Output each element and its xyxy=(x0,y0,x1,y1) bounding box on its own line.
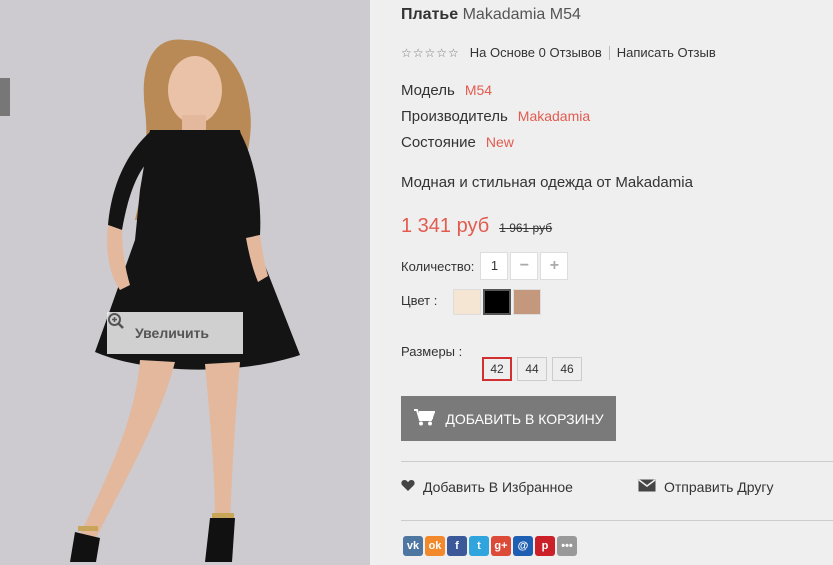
rating-stars-icon[interactable]: ☆☆☆☆☆ xyxy=(401,46,460,60)
zoom-label: Увеличить xyxy=(134,325,210,341)
gallery-prev-tab[interactable] xyxy=(0,78,10,116)
divider-top xyxy=(401,461,833,462)
color-label: Цвет : xyxy=(401,293,438,308)
color-swatch-beige[interactable] xyxy=(453,289,481,315)
product-title-type: Платье xyxy=(401,6,459,23)
rating-row: ☆☆☆☆☆ На Основе 0 Отзывов Написать Отзыв xyxy=(401,45,716,60)
spec-value[interactable]: Makadamia xyxy=(518,108,590,124)
add-to-cart-label: ДОБАВИТЬ В КОРЗИНУ xyxy=(445,410,604,427)
envelope-icon xyxy=(638,479,656,495)
heart-icon xyxy=(401,479,415,495)
sizes-label: Размеры : xyxy=(401,344,463,359)
product-photo[interactable]: Увеличить xyxy=(0,0,370,565)
vk-share-icon[interactable]: vk xyxy=(403,536,423,556)
send-friend-label: Отправить Другу xyxy=(664,479,774,495)
product-description: Модная и стильная одежда от Makadamia xyxy=(401,174,693,191)
pinterest-share-icon[interactable]: p xyxy=(535,536,555,556)
twitter-share-icon[interactable]: t xyxy=(469,536,489,556)
add-to-wishlist-link[interactable]: Добавить В Избранное xyxy=(401,479,573,495)
wishlist-label: Добавить В Избранное xyxy=(423,479,573,495)
product-info-panel: Платье Makadamia M54 ☆☆☆☆☆ На Основе 0 О… xyxy=(370,0,833,565)
add-to-cart-button[interactable]: ДОБАВИТЬ В КОРЗИНУ xyxy=(401,396,616,441)
spec-value: New xyxy=(485,134,514,150)
spec-model: Модель M54 xyxy=(401,82,492,99)
price-block: 1 341 руб 1 961 руб xyxy=(401,215,552,238)
divider-bottom xyxy=(401,520,833,521)
spec-label: Производитель xyxy=(401,108,508,125)
spec-condition: Состояние New xyxy=(401,134,514,151)
color-swatch-caramel[interactable] xyxy=(513,289,541,315)
size-option-46[interactable]: 46 xyxy=(552,357,582,381)
rating-separator xyxy=(608,45,610,60)
size-option-44[interactable]: 44 xyxy=(517,357,547,381)
odnoklassniki-share-icon[interactable]: ok xyxy=(425,536,445,556)
cart-icon xyxy=(413,408,436,429)
spec-manufacturer: Производитель Makadamia xyxy=(401,108,590,125)
quantity-plus-button[interactable]: + xyxy=(540,252,569,280)
color-swatch-black[interactable] xyxy=(483,289,511,315)
more-share-icon[interactable]: ••• xyxy=(557,536,577,556)
facebook-share-icon[interactable]: f xyxy=(447,536,467,556)
quantity-stepper: Количество: 1 − + xyxy=(401,252,569,280)
product-title-name: Makadamia M54 xyxy=(462,6,581,23)
social-share-bar: vk ok f t g+ @ p ••• xyxy=(403,536,577,556)
spec-label: Состояние xyxy=(401,134,476,151)
spec-value[interactable]: M54 xyxy=(465,82,492,98)
quantity-input[interactable]: 1 xyxy=(480,252,509,280)
old-price: 1 961 руб xyxy=(499,221,553,235)
write-review-link[interactable]: Написать Отзыв xyxy=(617,45,716,60)
quantity-minus-button[interactable]: − xyxy=(510,252,539,280)
zoom-button[interactable]: Увеличить xyxy=(107,312,243,354)
current-price: 1 341 руб xyxy=(401,215,490,237)
reviews-count-link[interactable]: На Основе 0 Отзывов xyxy=(470,45,602,60)
product-title: Платье Makadamia M54 xyxy=(401,6,581,24)
spec-label: Модель xyxy=(401,82,455,99)
mail-ru-share-icon[interactable]: @ xyxy=(513,536,533,556)
product-image-illustration xyxy=(0,0,370,565)
size-option-42[interactable]: 42 xyxy=(482,357,512,381)
google-plus-share-icon[interactable]: g+ xyxy=(491,536,511,556)
quantity-label: Количество: xyxy=(401,258,475,274)
send-to-friend-link[interactable]: Отправить Другу xyxy=(638,479,774,495)
